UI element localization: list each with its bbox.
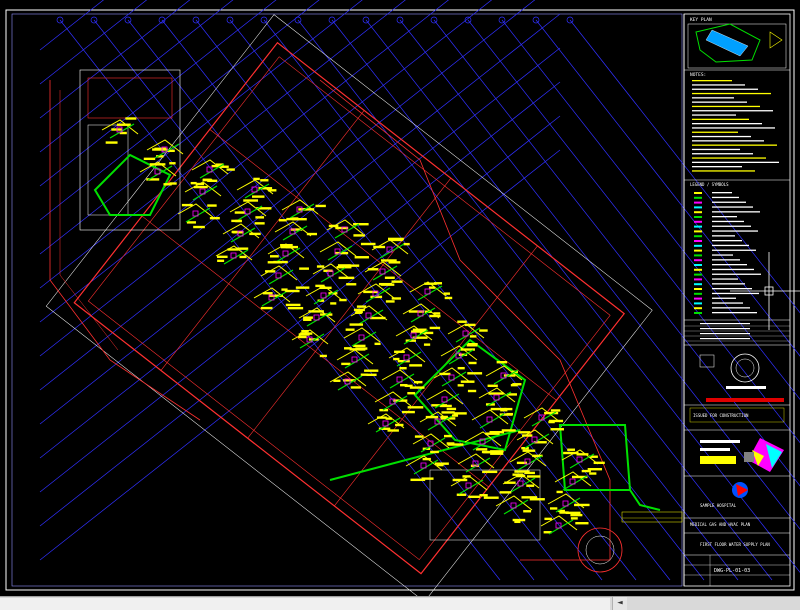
horizontal-scrollbar[interactable]: ◄ <box>0 596 800 610</box>
drawing-title: FIRST FLOOR WATER SUPPLY PLAN <box>700 542 770 547</box>
crosshair-cursor-icon <box>730 252 800 330</box>
revision-table <box>684 323 790 342</box>
notes-text <box>692 80 779 172</box>
drawing-viewport[interactable]: KEY PLAN NOTES: LEGEND / SYMBOLS ISSUED … <box>0 0 800 596</box>
inner-frame <box>11 13 683 587</box>
legend-heading: LEGEND / SYMBOLS <box>690 182 729 187</box>
project-emblem <box>732 482 748 498</box>
client-logo <box>699 353 784 402</box>
notes-heading: NOTES: <box>690 72 706 78</box>
sheet-number: DWG-PL-01-03 <box>714 568 750 574</box>
legend-rows <box>694 192 761 314</box>
stamp-text: ISSUED FOR CONSTRUCTION <box>693 413 749 418</box>
key-plan <box>695 23 783 63</box>
title-block: KEY PLAN NOTES: LEGEND / SYMBOLS ISSUED … <box>683 13 791 587</box>
fixtures <box>116 126 583 529</box>
project-name: MEDICAL GAS AND HVAC PLAN <box>690 522 751 527</box>
cad-drawing[interactable]: KEY PLAN NOTES: LEGEND / SYMBOLS ISSUED … <box>0 0 800 596</box>
drawing-frame <box>5 9 795 591</box>
key-plan-heading: KEY PLAN <box>690 17 712 23</box>
structural-grid <box>39 0 800 581</box>
scrollbar-track[interactable] <box>0 598 610 610</box>
arrow-left-icon[interactable]: ◄ <box>612 597 627 610</box>
client-name: SAMPLE HOSPITAL <box>700 503 737 508</box>
